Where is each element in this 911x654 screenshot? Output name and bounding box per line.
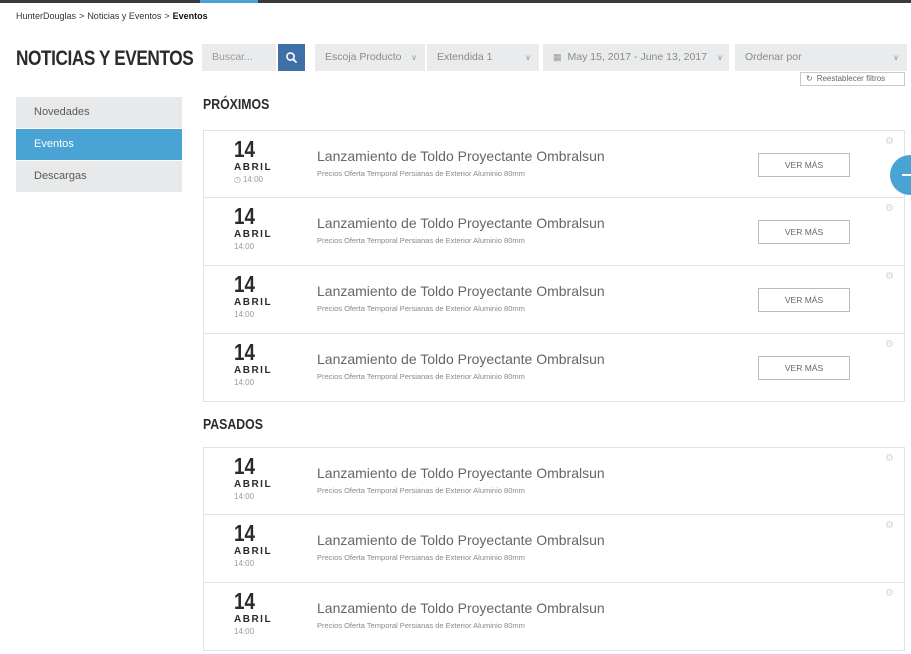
order-select-label: Ordenar por bbox=[745, 51, 802, 63]
event-date: 14 ABRIL 14:00 bbox=[234, 203, 274, 252]
event-time: 14:00 bbox=[234, 627, 255, 636]
event-subtitle: Precios Oferta Temporal Persianas de Ext… bbox=[317, 169, 525, 178]
search-icon bbox=[286, 52, 297, 63]
search-button[interactable] bbox=[278, 44, 305, 71]
event-month: ABRIL bbox=[234, 479, 273, 490]
calendar-icon: ▦ bbox=[553, 52, 562, 62]
event-card: 14 ABRIL 14:00 Lanzamiento de Toldo Proy… bbox=[203, 198, 905, 266]
minus-icon bbox=[902, 174, 911, 176]
breadcrumb-current: Eventos bbox=[172, 11, 208, 21]
event-card: 14 ABRIL 14:00 Lanzamiento de Toldo Proy… bbox=[203, 515, 905, 583]
event-card: 14 ABRIL 14:00 Lanzamiento de Toldo Proy… bbox=[203, 266, 905, 334]
event-subtitle: Precios Oferta Temporal Persianas de Ext… bbox=[317, 372, 525, 381]
sidebar-item-novedades[interactable]: Novedades bbox=[16, 97, 182, 128]
event-day: 14 bbox=[234, 136, 255, 162]
reset-filters-button[interactable]: ↻ Reestablecer filtros bbox=[800, 72, 905, 86]
event-subtitle: Precios Oferta Temporal Persianas de Ext… bbox=[317, 236, 525, 245]
event-subtitle: Precios Oferta Temporal Persianas de Ext… bbox=[317, 553, 525, 562]
event-time: 14:00 bbox=[234, 492, 255, 501]
event-day: 14 bbox=[234, 453, 255, 479]
breadcrumb-news-events[interactable]: Noticias y Eventos bbox=[87, 11, 161, 21]
event-day: 14 bbox=[234, 520, 255, 546]
event-day: 14 bbox=[234, 339, 255, 365]
upcoming-section-title: PRÓXIMOS bbox=[203, 96, 270, 113]
event-date: 14 ABRIL 14:00 bbox=[234, 588, 274, 637]
event-month: ABRIL bbox=[234, 297, 273, 308]
refresh-icon: ↻ bbox=[806, 74, 813, 83]
extension-select-label: Extendida 1 bbox=[437, 51, 493, 63]
reset-filters-label: Reestablecer filtros bbox=[816, 74, 886, 83]
event-time: 14:00 bbox=[234, 310, 255, 319]
event-subtitle: Precios Oferta Temporal Persianas de Ext… bbox=[317, 621, 525, 630]
product-select[interactable]: Escoja Producto ∨ bbox=[315, 44, 425, 71]
past-section-title: PASADOS bbox=[203, 416, 263, 433]
event-title[interactable]: Lanzamiento de Toldo Proyectante Ombrals… bbox=[317, 148, 605, 164]
event-day: 14 bbox=[234, 203, 255, 229]
date-range-value: May 15, 2017 - June 13, 2017 bbox=[567, 51, 708, 63]
event-month: ABRIL bbox=[234, 162, 273, 173]
see-more-button[interactable]: VER MÁS bbox=[758, 288, 850, 312]
gear-icon[interactable]: ⚙ bbox=[885, 453, 894, 464]
event-date: 14 ABRIL 14:00 bbox=[234, 453, 274, 502]
product-select-label: Escoja Producto bbox=[325, 51, 402, 63]
event-card: 14 ABRIL 14:00 Lanzamiento de Toldo Proy… bbox=[203, 447, 905, 515]
event-title[interactable]: Lanzamiento de Toldo Proyectante Ombrals… bbox=[317, 351, 605, 367]
event-title[interactable]: Lanzamiento de Toldo Proyectante Ombrals… bbox=[317, 600, 605, 616]
breadcrumb-separator: > bbox=[79, 11, 85, 21]
event-date: 14 ABRIL ◷ 14:00 bbox=[234, 136, 274, 185]
chevron-down-icon: ∨ bbox=[893, 53, 899, 62]
event-date: 14 ABRIL 14:00 bbox=[234, 520, 274, 569]
event-time: 14:00 bbox=[234, 378, 255, 387]
event-time: 14:00 bbox=[234, 559, 255, 568]
see-more-button[interactable]: VER MÁS bbox=[758, 356, 850, 380]
event-time: 14:00 bbox=[234, 242, 255, 251]
top-bar bbox=[0, 0, 911, 3]
event-subtitle: Precios Oferta Temporal Persianas de Ext… bbox=[317, 486, 525, 495]
gear-icon[interactable]: ⚙ bbox=[885, 136, 894, 147]
gear-icon[interactable]: ⚙ bbox=[885, 203, 894, 214]
chevron-down-icon: ∨ bbox=[525, 53, 531, 62]
event-card: 14 ABRIL 14:00 Lanzamiento de Toldo Proy… bbox=[203, 583, 905, 651]
chevron-down-icon: ∨ bbox=[411, 53, 417, 62]
event-day: 14 bbox=[234, 588, 255, 614]
page-title: NOTICIAS Y EVENTOS bbox=[16, 47, 194, 70]
search-input[interactable] bbox=[202, 44, 276, 71]
event-time-value: 14:00 bbox=[242, 175, 264, 184]
event-title[interactable]: Lanzamiento de Toldo Proyectante Ombrals… bbox=[317, 283, 605, 299]
event-card: 14 ABRIL 14:00 Lanzamiento de Toldo Proy… bbox=[203, 334, 905, 402]
event-month: ABRIL bbox=[234, 546, 273, 557]
clock-icon: ◷ bbox=[234, 175, 241, 184]
see-more-button[interactable]: VER MÁS bbox=[758, 153, 850, 177]
event-day: 14 bbox=[234, 271, 255, 297]
sidebar-item-eventos[interactable]: Eventos bbox=[16, 129, 182, 160]
event-card: 14 ABRIL ◷ 14:00 Lanzamiento de Toldo Pro… bbox=[203, 130, 905, 198]
event-month: ABRIL bbox=[234, 614, 273, 625]
gear-icon[interactable]: ⚙ bbox=[885, 271, 894, 282]
event-subtitle: Precios Oferta Temporal Persianas de Ext… bbox=[317, 304, 525, 313]
breadcrumb-home[interactable]: HunterDouglas bbox=[16, 11, 76, 21]
event-title[interactable]: Lanzamiento de Toldo Proyectante Ombrals… bbox=[317, 532, 605, 548]
event-title[interactable]: Lanzamiento de Toldo Proyectante Ombrals… bbox=[317, 215, 605, 231]
see-more-button[interactable]: VER MÁS bbox=[758, 220, 850, 244]
event-date: 14 ABRIL 14:00 bbox=[234, 339, 274, 388]
breadcrumb-separator: > bbox=[164, 11, 170, 21]
gear-icon[interactable]: ⚙ bbox=[885, 339, 894, 350]
top-bar-accent bbox=[200, 0, 258, 3]
event-title[interactable]: Lanzamiento de Toldo Proyectante Ombrals… bbox=[317, 465, 605, 481]
breadcrumb: HunterDouglas > Noticias y Eventos > Eventos bbox=[16, 11, 208, 21]
sidebar-item-descargas[interactable]: Descargas bbox=[16, 161, 182, 192]
gear-icon[interactable]: ⚙ bbox=[885, 588, 894, 599]
sidebar: Novedades Eventos Descargas bbox=[16, 97, 182, 193]
chevron-down-icon: ∨ bbox=[717, 53, 723, 62]
order-select[interactable]: Ordenar por ∨ bbox=[735, 44, 907, 71]
event-month: ABRIL bbox=[234, 365, 273, 376]
event-date: 14 ABRIL 14:00 bbox=[234, 271, 274, 320]
gear-icon[interactable]: ⚙ bbox=[885, 520, 894, 531]
event-month: ABRIL bbox=[234, 229, 273, 240]
date-range-picker[interactable]: ▦ May 15, 2017 - June 13, 2017 ∨ bbox=[543, 44, 729, 71]
event-time: ◷ 14:00 bbox=[234, 175, 274, 184]
extension-select[interactable]: Extendida 1 ∨ bbox=[427, 44, 539, 71]
